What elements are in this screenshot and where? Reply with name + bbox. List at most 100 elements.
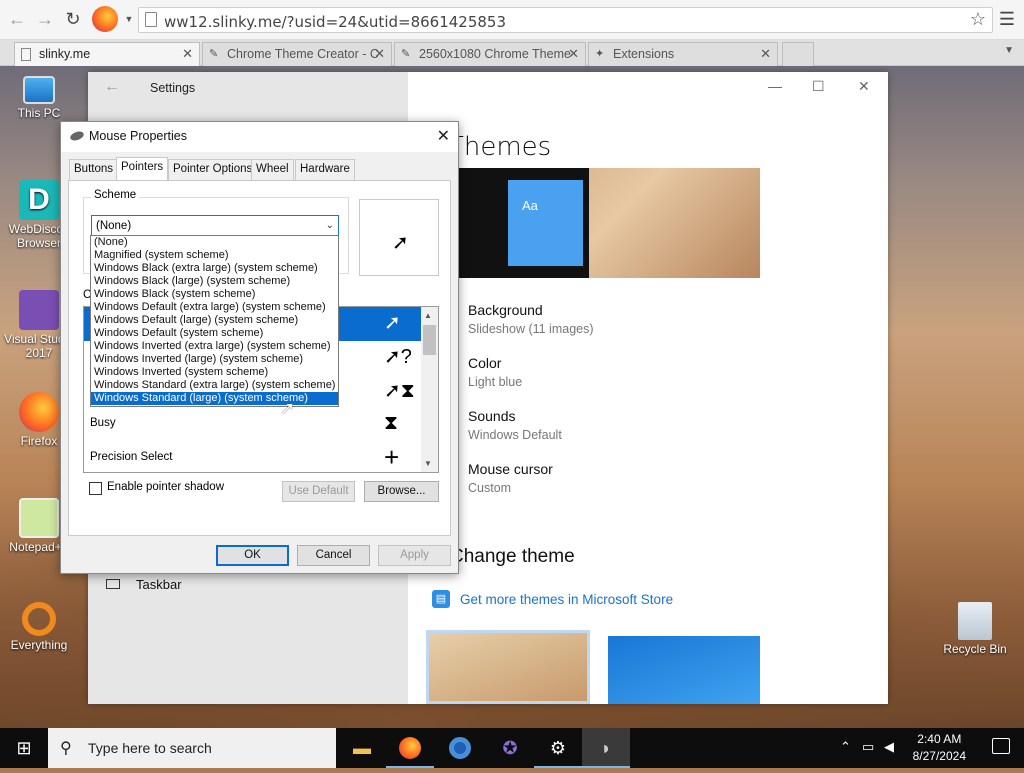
network-icon[interactable]: ▭ (862, 739, 874, 755)
scrollbar-thumb[interactable] (423, 325, 436, 355)
chevron-down-icon[interactable]: ▼ (118, 8, 140, 30)
cursor-name: Busy (90, 417, 116, 429)
chevron-up-icon[interactable]: ⌃ (840, 739, 851, 755)
desktop-icon-label: Recycle Bin (943, 642, 1007, 656)
mouse-taskbar-icon[interactable]: ◗ (582, 728, 630, 768)
color-option[interactable]: Color (468, 355, 501, 371)
scheme-option[interactable]: Windows Standard (extra large) (system s… (91, 379, 338, 392)
pointer-shadow-checkbox[interactable] (89, 482, 102, 495)
tab-label: Chrome Theme Creator - C (227, 47, 379, 61)
close-icon[interactable]: ✕ (760, 43, 771, 65)
address-bar[interactable]: ww12.slinky.me/?usid=24&utid=8661425853 … (138, 7, 993, 33)
chrome-taskbar-icon[interactable] (436, 728, 484, 768)
store-icon: ▤ (432, 590, 450, 608)
store-link[interactable]: Get more themes in Microsoft Store (460, 592, 673, 607)
taskbar: ⊞ ⚲ Type here to search ▬ ✪ ⚙ ◗ ⌃ ▭ ◀ 2:… (0, 728, 1024, 768)
mouse-cursor-value: Custom (468, 481, 512, 495)
scheme-option[interactable]: Magnified (system scheme) (91, 249, 338, 262)
mouse-pointer-icon: ➚ (280, 398, 296, 418)
scheme-option[interactable]: Windows Default (extra large) (system sc… (91, 301, 338, 314)
arrow-cursor-icon: ➚ (384, 312, 401, 334)
tab-2560-theme[interactable]: ✎ 2560x1080 Chrome Theme ✕ (394, 42, 586, 66)
sidebar-item-taskbar[interactable]: Taskbar (136, 577, 182, 592)
apply-button[interactable]: Apply (378, 545, 451, 566)
dialog-titlebar: Mouse Properties ✕ (61, 122, 458, 152)
tab-extensions[interactable]: ✦ Extensions ✕ (588, 42, 778, 66)
desktop-icon-everything[interactable]: Everything (2, 602, 76, 652)
scroll-up-icon[interactable]: ▲ (424, 311, 432, 320)
tile-text: Aa (522, 198, 538, 213)
puzzle-icon: ✦ (595, 48, 605, 60)
tab-pointers[interactable]: Pointers (116, 157, 169, 181)
notification-icon[interactable] (992, 738, 1010, 754)
windows-start-icon[interactable]: ⊞ (0, 728, 48, 768)
tab-wheel[interactable]: Wheel (251, 159, 294, 180)
close-icon[interactable]: ✕ (182, 43, 193, 65)
sounds-option[interactable]: Sounds (468, 408, 515, 424)
bookmark-star-icon[interactable]: ☆ (970, 9, 986, 30)
firefox-taskbar-icon[interactable] (386, 728, 434, 768)
chevron-down-icon[interactable]: ▼ (1004, 45, 1014, 56)
desktop-icon-label: This PC (17, 106, 61, 120)
menu-icon[interactable]: ☰ (996, 8, 1018, 30)
scheme-option-highlighted[interactable]: Windows Standard (large) (system scheme) (91, 392, 338, 405)
tab-buttons[interactable]: Buttons (69, 159, 118, 180)
maximize-icon[interactable]: ☐ (812, 78, 825, 95)
pointer-shadow-label: Enable pointer shadow (107, 481, 224, 493)
scrollbar[interactable]: ▲ ▼ (421, 307, 438, 472)
theme-thumbnail[interactable] (608, 636, 760, 704)
back-arrow-icon[interactable]: ← (6, 8, 28, 30)
forward-arrow-icon[interactable]: → (34, 8, 56, 30)
webdiscover-icon: D (19, 180, 59, 220)
mouse-cursor-option[interactable]: Mouse cursor (468, 461, 553, 477)
recycle-bin-icon (958, 602, 992, 640)
ok-button[interactable]: OK (216, 545, 289, 566)
scheme-option[interactable]: (None) (91, 236, 338, 249)
minimize-icon[interactable]: — (768, 78, 782, 94)
help-cursor-icon: ➚? (384, 346, 412, 368)
dialog-title: Mouse Properties (89, 129, 187, 143)
url-text: ww12.slinky.me/?usid=24&utid=8661425853 (164, 13, 507, 31)
back-arrow-icon[interactable]: ← (104, 78, 120, 96)
scroll-down-icon[interactable]: ▼ (424, 459, 432, 468)
close-icon[interactable]: ✕ (568, 43, 579, 65)
scheme-option[interactable]: Windows Inverted (extra large) (system s… (91, 340, 338, 353)
tab-chrome-theme-creator[interactable]: ✎ Chrome Theme Creator - C ✕ (202, 42, 392, 66)
list-item[interactable]: Precision Select + (84, 441, 422, 472)
background-option[interactable]: Background (468, 302, 543, 318)
new-tab-button[interactable] (782, 42, 814, 66)
magnifier-icon (22, 602, 56, 636)
desktop-icon-this-pc[interactable]: This PC (2, 76, 76, 120)
desktop-icon-recycle-bin[interactable]: Recycle Bin (938, 602, 1012, 656)
close-icon[interactable]: ✕ (437, 126, 450, 146)
scheme-option[interactable]: Windows Default (large) (system scheme) (91, 314, 338, 327)
use-default-button[interactable]: Use Default (282, 481, 355, 502)
theme-thumbnail[interactable] (426, 630, 590, 704)
cancel-button[interactable]: Cancel (297, 545, 370, 566)
clock[interactable]: 2:40 AM 8/27/2024 (913, 731, 966, 765)
browse-button[interactable]: Browse... (364, 481, 439, 502)
scheme-dropdown-list[interactable]: (None) Magnified (system scheme) Windows… (90, 235, 339, 407)
gear-icon[interactable]: ⚙ (534, 728, 582, 768)
arrow-cursor-icon: ➚ (392, 232, 409, 254)
scheme-option[interactable]: Windows Black (large) (system scheme) (91, 275, 338, 288)
close-icon[interactable]: ✕ (374, 43, 385, 65)
search-input[interactable]: ⚲ Type here to search (48, 728, 336, 768)
reload-icon[interactable]: ↻ (62, 8, 84, 30)
close-icon[interactable]: ✕ (858, 78, 870, 95)
volume-icon[interactable]: ◀ (884, 739, 894, 755)
scheme-option[interactable]: Windows Black (extra large) (system sche… (91, 262, 338, 275)
list-item[interactable]: Busy ⧗ (84, 407, 422, 441)
visual-studio-taskbar-icon[interactable]: ✪ (486, 728, 534, 768)
color-tiles: Aa (508, 180, 583, 266)
scheme-option[interactable]: Windows Inverted (large) (system scheme) (91, 353, 338, 366)
scheme-option[interactable]: Windows Inverted (system scheme) (91, 366, 338, 379)
tab-hardware[interactable]: Hardware (295, 159, 355, 180)
scheme-dropdown[interactable]: (None) ⌄ (91, 215, 339, 237)
scheme-option[interactable]: Windows Default (system scheme) (91, 327, 338, 340)
scheme-option[interactable]: Windows Black (system scheme) (91, 288, 338, 301)
tab-slinky[interactable]: slinky.me ✕ (14, 42, 200, 66)
tab-pointer-options[interactable]: Pointer Options (168, 159, 258, 180)
firefox-menu-icon[interactable] (92, 6, 118, 32)
file-explorer-icon[interactable]: ▬ (338, 728, 386, 768)
